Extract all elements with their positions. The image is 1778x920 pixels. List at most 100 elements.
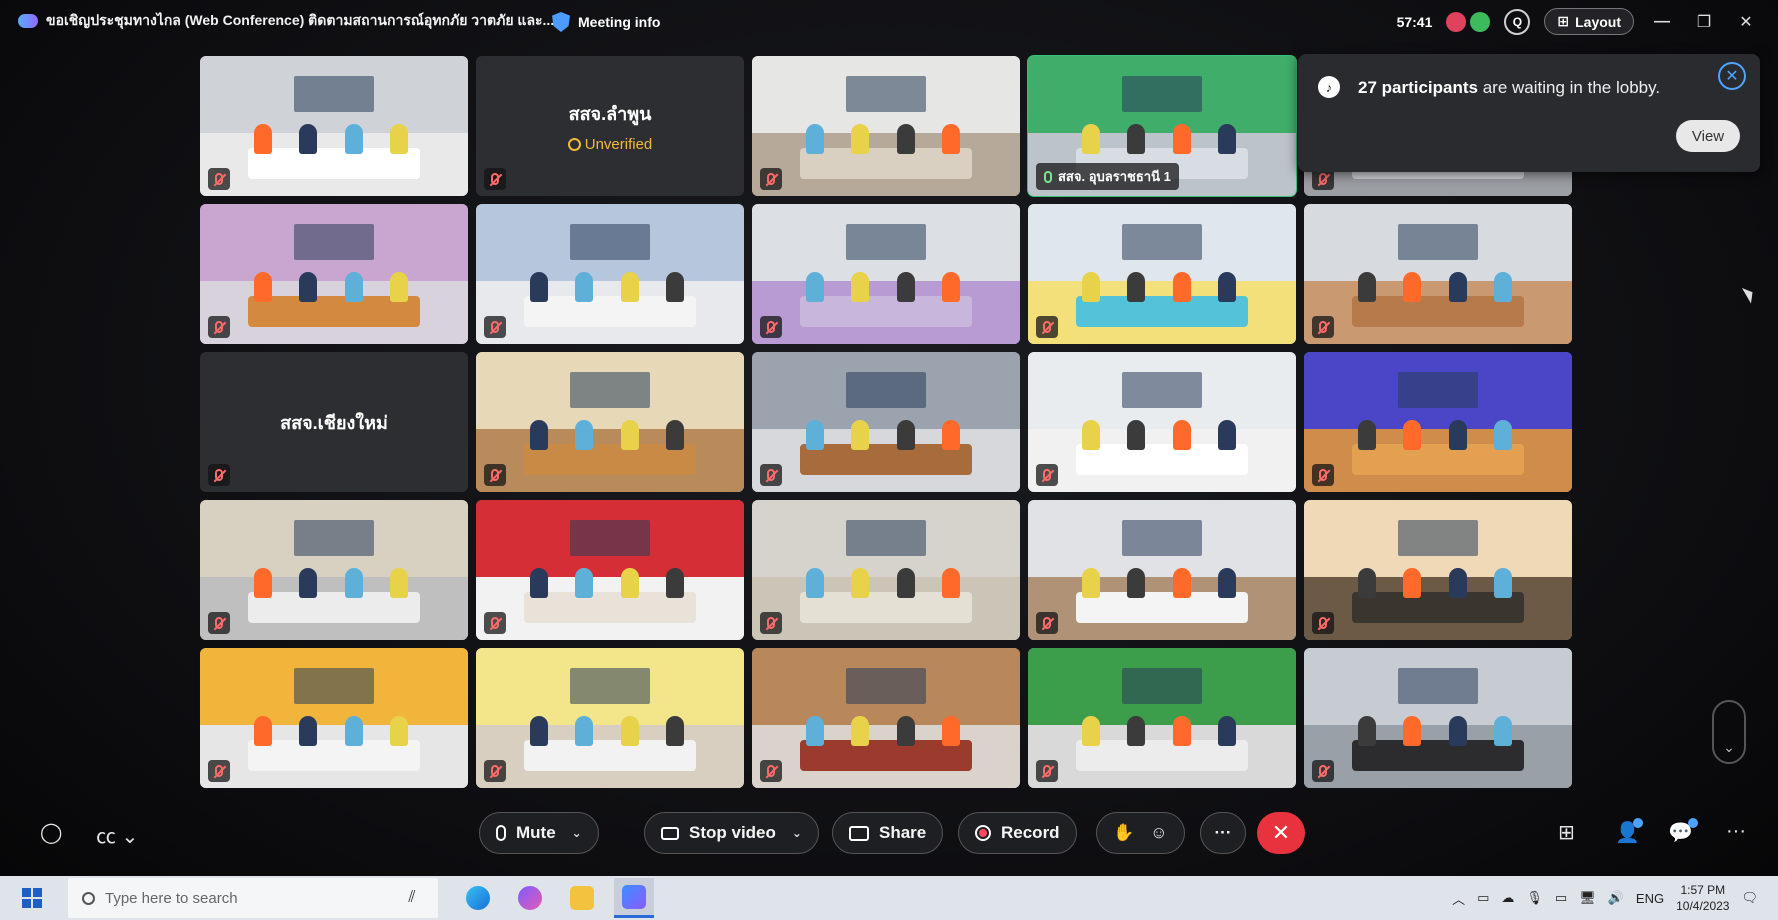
microphone-off-glyph	[767, 173, 775, 185]
video-feed-screen	[1121, 371, 1203, 408]
end-meeting-button[interactable]: ✕	[1257, 812, 1305, 854]
close-icon[interactable]: ✕	[1718, 62, 1746, 90]
network-icon[interactable]: 🖥	[1579, 890, 1596, 906]
tray-app-icon[interactable]: ▭	[1477, 890, 1489, 906]
video-tile[interactable]	[1028, 648, 1296, 788]
video-tile[interactable]	[752, 204, 1020, 344]
video-feed-person	[1218, 420, 1237, 450]
video-tile[interactable]: สสจ. อุบลราชธานี 1	[1027, 55, 1297, 197]
video-tile[interactable]	[476, 500, 744, 640]
raise-hand-icon[interactable]: ✋	[1113, 823, 1134, 843]
video-feed-person	[299, 716, 318, 746]
minimize-button[interactable]: —	[1648, 13, 1676, 31]
video-feed-person	[1403, 420, 1422, 450]
video-tile[interactable]	[200, 56, 468, 196]
lobby-info-icon: ♪	[1318, 76, 1340, 98]
emoji-reaction-icon[interactable]: ☺	[1150, 823, 1167, 843]
video-tile[interactable]	[200, 648, 468, 788]
muted-mic-icon	[1036, 760, 1058, 782]
chat-badge	[1688, 818, 1698, 828]
video-feed-person	[529, 272, 548, 302]
video-feed-person	[1081, 568, 1100, 598]
video-tile[interactable]	[752, 500, 1020, 640]
video-feed-person	[253, 272, 272, 302]
video-tile[interactable]	[476, 352, 744, 492]
captions-icon[interactable]: ㏄ ⌄	[96, 820, 138, 849]
video-tile[interactable]	[476, 204, 744, 344]
onedrive-icon[interactable]: ☁	[1501, 890, 1514, 906]
microphone-off-glyph	[1043, 469, 1051, 481]
battery-icon[interactable]: ▭	[1555, 890, 1567, 906]
taskbar-search-input[interactable]: Type here to search	[68, 878, 438, 918]
video-tile[interactable]: สสจ.ลำพูน Unverified	[476, 56, 744, 196]
video-feed-person	[1081, 272, 1100, 302]
video-tile[interactable]	[1304, 648, 1572, 788]
record-icon	[975, 825, 991, 841]
video-tile[interactable]	[752, 352, 1020, 492]
microphone-off-glyph	[1043, 617, 1051, 629]
network-status-icon	[1470, 11, 1491, 32]
video-tile[interactable]	[1028, 204, 1296, 344]
file-explorer-icon[interactable]	[562, 878, 602, 918]
video-feed-person	[1494, 716, 1513, 746]
video-feed-person	[896, 272, 915, 302]
language-indicator[interactable]: ENG	[1636, 891, 1664, 906]
video-feed-person	[299, 124, 318, 154]
video-feed-person	[1494, 568, 1513, 598]
participants-badge	[1633, 818, 1643, 828]
meeting-controls: ◯ ㏄ ⌄ Mute ⌄ Stop video ⌄ Share Record ✋…	[0, 806, 1778, 862]
video-tile[interactable]	[1304, 204, 1572, 344]
microphone-tray-icon[interactable]: 🎙	[1526, 890, 1543, 906]
muted-mic-icon	[760, 612, 782, 634]
status-indicators[interactable]	[1446, 11, 1491, 32]
muted-mic-icon	[484, 316, 506, 338]
lobby-view-button[interactable]: View	[1676, 120, 1740, 152]
close-window-button[interactable]: ✕	[1732, 12, 1760, 32]
video-tile[interactable]	[1304, 352, 1572, 492]
video-feed-person	[1127, 272, 1146, 302]
webex-taskbar-icon[interactable]	[614, 878, 654, 918]
video-tile[interactable]	[476, 648, 744, 788]
scroll-down-button[interactable]: ⌄	[1712, 700, 1746, 764]
meeting-info-button[interactable]: Meeting info	[552, 12, 660, 32]
microphone-icon	[496, 825, 506, 841]
maximize-button[interactable]: ❐	[1690, 12, 1718, 32]
chevron-down-icon[interactable]: ⌄	[792, 826, 802, 840]
video-tile[interactable]	[752, 56, 1020, 196]
video-feed-screen	[569, 371, 651, 408]
video-tile[interactable]	[200, 500, 468, 640]
clock[interactable]: 1:57 PM 10/4/2023	[1676, 882, 1729, 914]
mute-button[interactable]: Mute ⌄	[479, 812, 599, 854]
video-feed-person	[1448, 420, 1467, 450]
video-feed-person	[1127, 124, 1146, 154]
video-tile[interactable]	[200, 204, 468, 344]
notifications-icon[interactable]: 🗨	[1741, 890, 1758, 906]
apps-icon[interactable]: ⊞	[1558, 820, 1575, 845]
camera-icon	[661, 826, 679, 840]
zoom-search-icon[interactable]: Q	[1504, 8, 1531, 35]
participant-name: สสจ.ลำพูน	[568, 104, 652, 124]
more-options-button[interactable]: ···	[1200, 812, 1246, 854]
reactions-icon[interactable]: ◯	[40, 820, 62, 845]
stop-video-button[interactable]: Stop video ⌄	[644, 812, 819, 854]
video-tile[interactable]	[1028, 500, 1296, 640]
more-icon[interactable]: ···	[1726, 820, 1746, 843]
video-tile[interactable]	[1304, 500, 1572, 640]
chevron-down-icon[interactable]: ⌄	[572, 826, 582, 840]
windows-start-icon[interactable]	[22, 888, 42, 908]
video-tile[interactable]: สสจ.เชียงใหม่	[200, 352, 468, 492]
muted-mic-icon	[760, 464, 782, 486]
show-hidden-icons[interactable]: ︿	[1452, 889, 1465, 908]
task-view-icon[interactable]: ⫽	[392, 878, 432, 918]
video-tile[interactable]	[1028, 352, 1296, 492]
video-tile[interactable]	[752, 648, 1020, 788]
edge-icon[interactable]	[458, 878, 498, 918]
volume-icon[interactable]: 🔊	[1608, 890, 1624, 906]
copilot-icon[interactable]	[510, 878, 550, 918]
record-button[interactable]: Record	[958, 812, 1077, 854]
layout-button[interactable]: ⊞ Layout	[1544, 8, 1634, 35]
video-feed-person	[896, 568, 915, 598]
share-button[interactable]: Share	[832, 812, 944, 854]
participant-name: สสจ. อุบลราชธานี 1	[1058, 169, 1171, 184]
recording-status-icon	[1446, 11, 1467, 32]
